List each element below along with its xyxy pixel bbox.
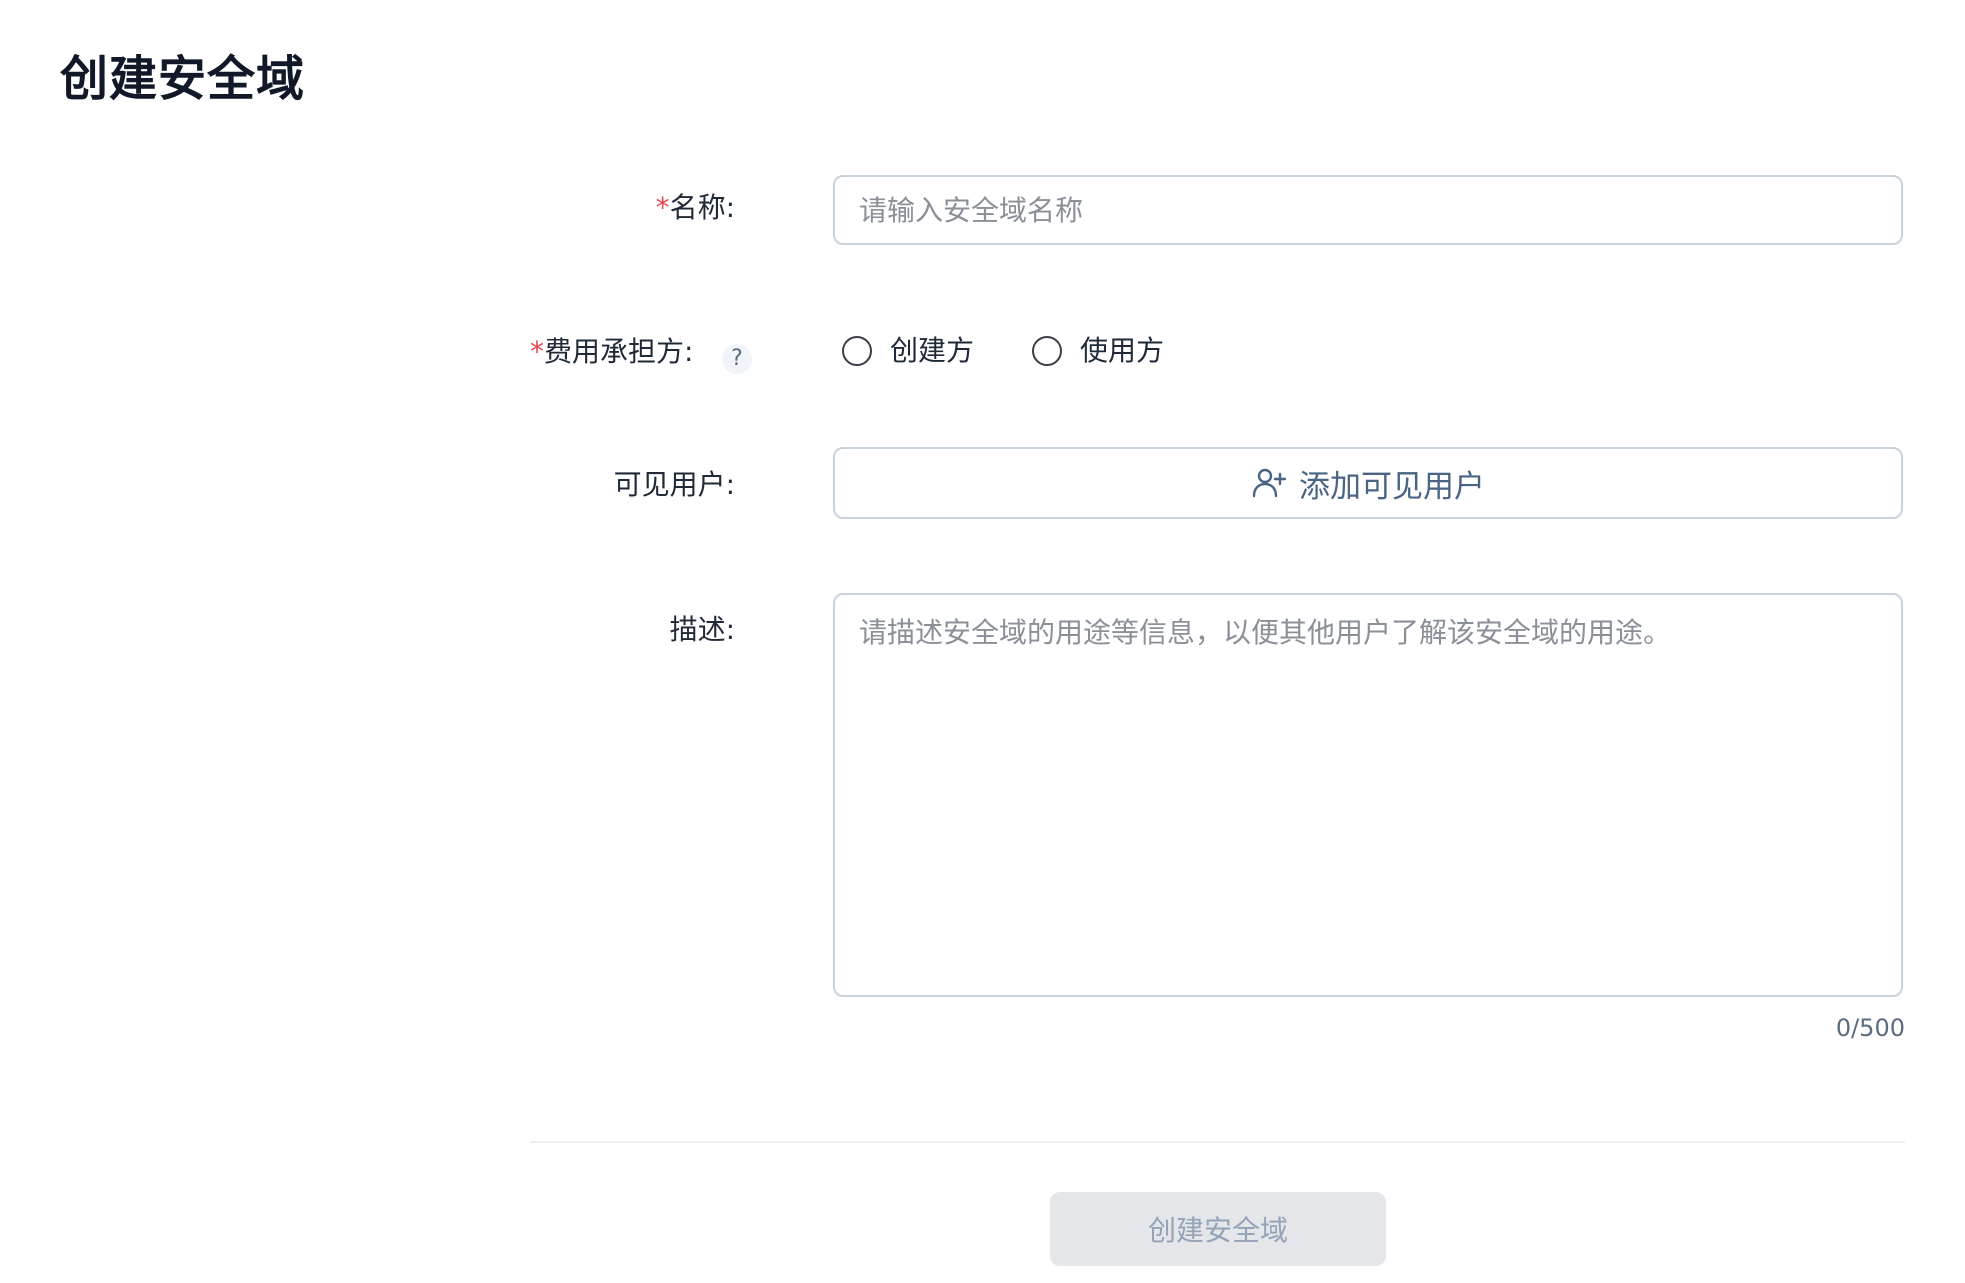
name-label: *名称: bbox=[656, 188, 735, 228]
cost-bearer-label: *费用承担方: bbox=[530, 332, 693, 372]
cost-bearer-label-text: 费用承担方: bbox=[544, 335, 694, 368]
name-input[interactable] bbox=[833, 175, 1903, 245]
radio-label-creator: 创建方 bbox=[890, 334, 975, 367]
divider bbox=[530, 1141, 1905, 1143]
add-user-icon bbox=[1252, 468, 1287, 498]
name-label-text: 名称: bbox=[669, 191, 735, 224]
radio-option-user[interactable]: 使用方 bbox=[1032, 331, 1164, 371]
char-counter: 0/500 bbox=[1835, 1014, 1905, 1042]
required-mark: * bbox=[530, 335, 544, 368]
visible-users-label: 可见用户: bbox=[613, 468, 735, 501]
cost-bearer-radio-group: 创建方 使用方 bbox=[842, 331, 1222, 371]
help-icon[interactable]: ? bbox=[722, 344, 752, 374]
radio-label-user: 使用方 bbox=[1080, 334, 1165, 367]
add-visible-user-button[interactable]: 添加可见用户 bbox=[833, 447, 1903, 519]
description-textarea[interactable] bbox=[833, 593, 1903, 997]
page-title: 创建安全域 bbox=[60, 51, 306, 107]
radio-button-icon[interactable] bbox=[1032, 336, 1063, 366]
description-label: 描述: bbox=[669, 613, 735, 646]
radio-option-creator[interactable]: 创建方 bbox=[842, 331, 974, 371]
create-security-domain-button[interactable]: 创建安全域 bbox=[1050, 1192, 1386, 1266]
add-visible-user-label: 添加可见用户 bbox=[1299, 468, 1485, 505]
radio-button-icon[interactable] bbox=[842, 336, 872, 366]
required-mark: * bbox=[655, 191, 670, 224]
